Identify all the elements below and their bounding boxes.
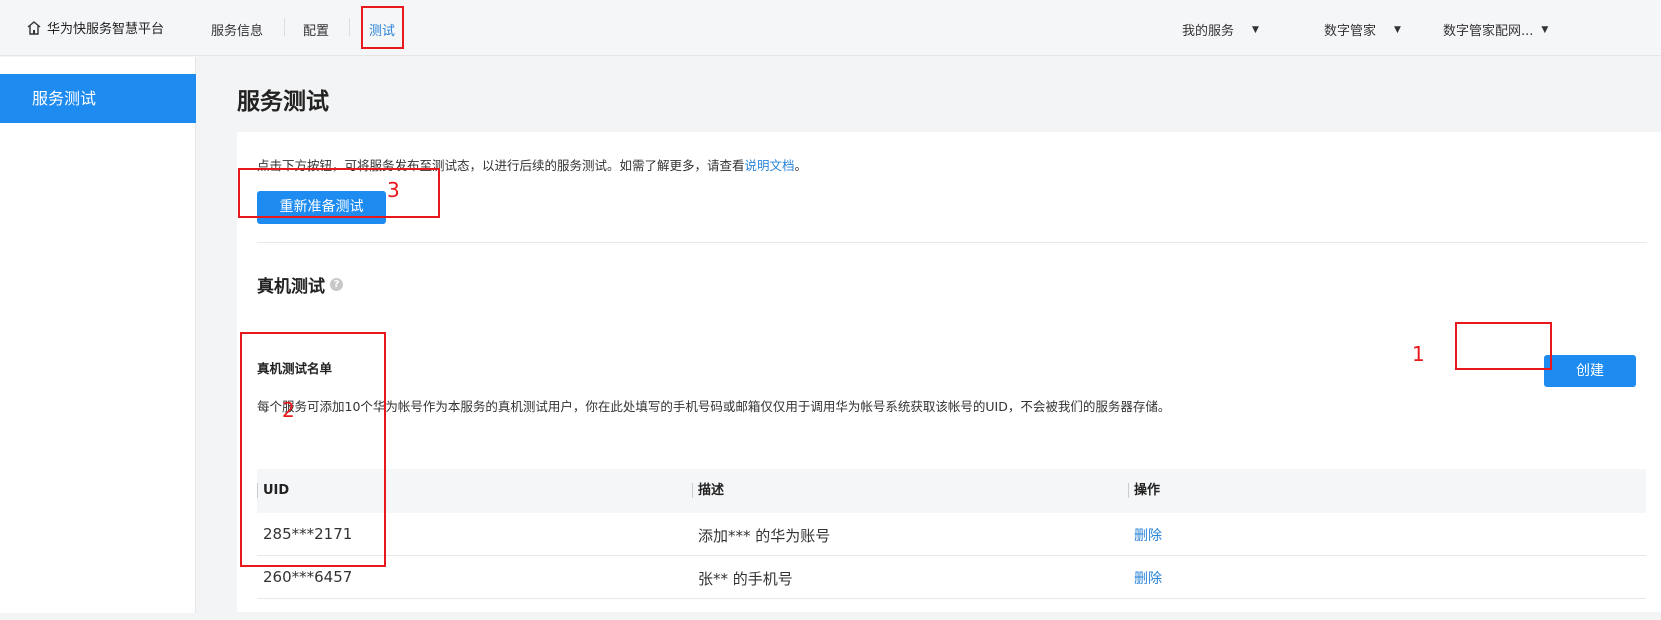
nav-divider xyxy=(284,18,285,36)
column-header-action: 操作 xyxy=(1128,483,1160,498)
my-services-menu[interactable]: 我的服务 ▼ xyxy=(1182,20,1259,39)
my-services-label: 我的服务 xyxy=(1182,24,1235,39)
section-divider xyxy=(257,242,1647,243)
nav-config[interactable]: 配置 xyxy=(303,20,329,39)
sidebar: 服务测试 xyxy=(0,57,196,613)
annotation-box-create xyxy=(1455,322,1552,370)
nav-divider xyxy=(349,18,350,36)
digital-butler-menu[interactable]: 数字管家 ▼ xyxy=(1324,20,1401,39)
digital-butler-network-label: 数字管家配网... xyxy=(1443,24,1534,39)
brand-label: 华为快服务智慧平台 xyxy=(47,22,165,37)
create-button[interactable]: 创建 xyxy=(1544,355,1636,387)
digital-butler-label: 数字管家 xyxy=(1324,24,1377,39)
top-navigation-bar: 华为快服务智慧平台 服务信息 配置 测试 我的服务 ▼ 数字管家 ▼ 数字管家配… xyxy=(0,0,1661,56)
annotation-number-3: 3 xyxy=(387,178,400,202)
annotation-number-1: 1 xyxy=(1412,342,1425,366)
section-title-label: 真机测试 xyxy=(257,277,325,297)
caret-down-icon: ▼ xyxy=(1394,24,1401,35)
test-list-description: 每个服务可添加10个华为帐号作为本服务的真机测试用户，你在此处填写的手机号码或邮… xyxy=(257,399,1171,414)
delete-link[interactable]: 删除 xyxy=(1134,525,1162,545)
nav-service-info[interactable]: 服务信息 xyxy=(211,20,263,39)
page-title: 服务测试 xyxy=(237,89,329,115)
help-icon[interactable]: ? xyxy=(330,278,343,291)
sidebar-item-service-test[interactable]: 服务测试 xyxy=(0,74,196,123)
intro-end: 。 xyxy=(794,158,808,173)
table-row: 285***2171 添加*** 的华为账号 删除 xyxy=(257,513,1646,556)
annotation-box-reprepare xyxy=(238,168,440,218)
annotation-number-2: 2 xyxy=(282,398,295,422)
description-cell: 添加*** 的华为账号 xyxy=(698,527,831,545)
uid-cell: 260***6457 xyxy=(263,568,353,586)
home-icon xyxy=(27,20,41,35)
description-cell: 张** 的手机号 xyxy=(698,570,793,588)
test-user-table: UID 描述 操作 285***2171 添加*** 的华为账号 删除 260*… xyxy=(257,469,1646,599)
annotation-box-test-tab xyxy=(361,6,404,49)
table-row: 260***6457 张** 的手机号 删除 xyxy=(257,556,1646,599)
annotation-box-test-list xyxy=(240,332,386,567)
digital-butler-network-menu[interactable]: 数字管家配网... ▼ xyxy=(1443,20,1548,39)
real-device-test-heading: 真机测试 ? xyxy=(257,272,343,297)
table-header: UID 描述 操作 xyxy=(257,469,1646,513)
test-card: 点击下方按钮，可将服务发布至测试态，以进行后续的服务测试。如需了解更多，请查看说… xyxy=(237,132,1661,612)
brand-home-link[interactable]: 华为快服务智慧平台 xyxy=(26,18,164,37)
caret-down-icon: ▼ xyxy=(1541,24,1549,35)
caret-down-icon: ▼ xyxy=(1252,24,1259,35)
docs-link[interactable]: 说明文档 xyxy=(745,158,795,173)
column-header-description: 描述 xyxy=(692,483,724,498)
delete-link[interactable]: 删除 xyxy=(1134,568,1162,588)
